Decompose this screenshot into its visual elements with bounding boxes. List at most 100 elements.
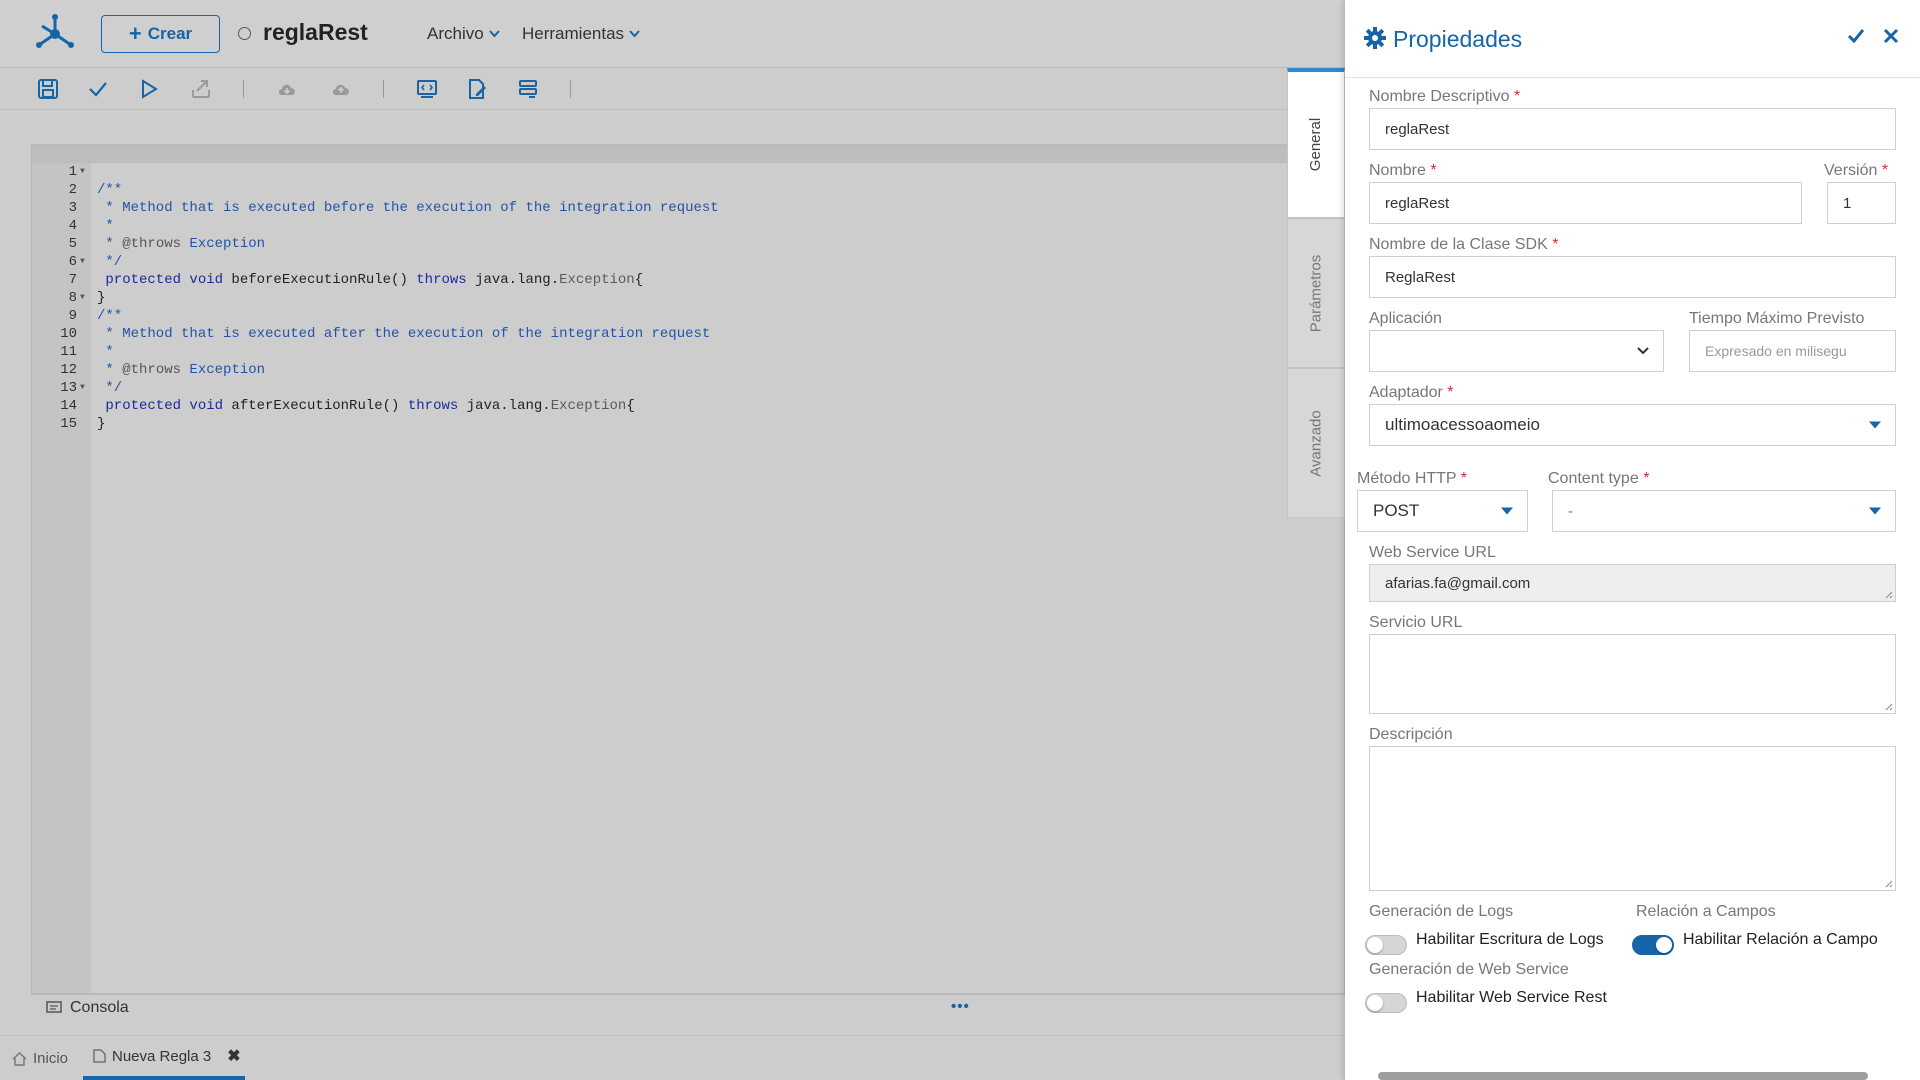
tab-parametros[interactable]: Parámetros <box>1287 218 1345 368</box>
nombre-input[interactable]: reglaRest <box>1369 182 1802 224</box>
descripcion-textarea[interactable] <box>1369 746 1896 891</box>
properties-side-tabs: General Parámetros Avanzado <box>1287 68 1345 518</box>
code-line: 10 * <box>32 307 1344 360</box>
toolbar-divider <box>243 80 244 98</box>
panel-header: Propiedades <box>1345 0 1920 78</box>
gear-icon <box>1364 27 1386 49</box>
console-label: Consola <box>70 998 129 1016</box>
close-icon[interactable] <box>1881 26 1901 46</box>
chevron-down-icon <box>1637 347 1649 355</box>
tab-avanzado[interactable]: Avanzado <box>1287 368 1345 518</box>
field-label: Web Service URL <box>1369 544 1496 561</box>
required-mark: * <box>1430 162 1437 179</box>
create-button[interactable]: + Crear <box>101 15 220 53</box>
label-text: Versión <box>1824 162 1878 179</box>
label-text: Método HTTP <box>1357 470 1457 487</box>
relacion-toggle[interactable] <box>1632 935 1674 955</box>
cloud-upload-icon[interactable] <box>329 77 353 101</box>
select-value: - <box>1568 502 1573 520</box>
document-tabs: Inicio Nueva Regla 3 ✖ <box>0 1035 1345 1080</box>
chevron-down-icon <box>629 30 640 38</box>
required-mark: * <box>1552 236 1559 253</box>
tiempo-maximo-input[interactable]: Expresado en milisegu <box>1689 330 1896 372</box>
code-editor[interactable]: 1 ▼ /** 2 * Method that is executed befor… <box>31 144 1345 994</box>
field-label: Descripción <box>1369 726 1453 743</box>
version-input[interactable]: 1 <box>1827 182 1896 224</box>
resize-grip-icon[interactable] <box>1883 878 1893 888</box>
field-label: Nombre de la Clase SDK * <box>1369 236 1558 254</box>
menu-archivo[interactable]: Archivo <box>427 24 500 44</box>
label-text: Nombre <box>1369 162 1426 179</box>
home-icon <box>12 1051 27 1066</box>
required-mark: * <box>1460 470 1467 487</box>
required-mark: * <box>1881 162 1889 179</box>
field-label: Tiempo Máximo Previsto <box>1689 310 1865 327</box>
workspace: + Crear reglaRest Archivo Herramientas 1… <box>0 0 1345 1080</box>
resize-grip-icon[interactable] <box>1883 701 1893 711</box>
menu-herramientas-label: Herramientas <box>522 24 625 43</box>
code-line: 3 * <box>32 181 1344 234</box>
tab-parametros-label: Parámetros <box>1307 254 1325 332</box>
web-service-toggle-label: Habilitar Web Service Rest <box>1416 989 1607 1006</box>
field-label: Nombre * <box>1369 162 1437 180</box>
select-value: POST <box>1373 501 1420 520</box>
tab-inicio[interactable]: Inicio <box>12 1036 68 1080</box>
code-line: 11 * @throws Exception <box>32 325 1344 378</box>
format-list-icon[interactable] <box>516 77 540 101</box>
input-value: afarias.fa@gmail.com <box>1385 574 1531 592</box>
caret-down-icon <box>1501 507 1513 515</box>
field-label: Versión * <box>1824 162 1888 180</box>
aplicacion-select[interactable] <box>1369 330 1664 372</box>
adaptador-select[interactable]: ultimoacessoaomeio <box>1369 404 1896 446</box>
run-play-icon[interactable] <box>137 77 161 101</box>
code-line: 5 */ <box>32 217 1344 270</box>
content-type-select[interactable]: - <box>1552 490 1896 532</box>
toggle-knob <box>1367 995 1383 1011</box>
metodo-http-select[interactable]: POST <box>1357 490 1528 532</box>
label-text: Nombre Descriptivo <box>1369 88 1510 105</box>
properties-panel: Propiedades Nombre Descriptivo * reglaRe… <box>1345 0 1920 1080</box>
nombre-descriptivo-input[interactable]: reglaRest <box>1369 108 1896 150</box>
code-line: 6 ▼ protected void beforeExecutionRule() … <box>32 235 1344 288</box>
status-circle-icon <box>238 27 251 40</box>
code-line: 7 } <box>32 253 1344 306</box>
required-mark: * <box>1513 88 1521 105</box>
code-line: 12 */ <box>32 343 1344 396</box>
relacion-toggle-label: Habilitar Relación a Campo <box>1683 931 1878 948</box>
create-button-label: Crear <box>147 24 193 43</box>
validate-check-icon[interactable] <box>86 77 110 101</box>
code-line: 2 * Method that is executed before the e… <box>32 163 1344 216</box>
toggle-knob <box>1656 937 1672 953</box>
code-template-icon[interactable] <box>415 77 439 101</box>
code-line: 15 <box>32 397 1344 432</box>
document-edit-icon[interactable] <box>465 77 489 101</box>
rule-title: reglaRest <box>263 19 368 45</box>
logs-toggle[interactable] <box>1365 935 1407 955</box>
app-logo-icon[interactable] <box>34 12 76 54</box>
more-icon[interactable]: ••• <box>951 998 970 1015</box>
console-icon <box>46 1001 62 1013</box>
toolbar-divider <box>383 80 384 98</box>
cloud-download-icon[interactable] <box>275 77 299 101</box>
tab-nueva-regla[interactable]: Nueva Regla 3 ✖ <box>83 1036 245 1080</box>
horizontal-scrollbar[interactable] <box>1378 1072 1868 1080</box>
resize-grip-icon <box>1885 591 1893 599</box>
editor-toolbar <box>0 68 1345 110</box>
servicio-url-textarea[interactable] <box>1369 634 1896 714</box>
field-label: Adaptador * <box>1369 384 1454 402</box>
export-icon[interactable] <box>189 77 213 101</box>
field-label: Content type * <box>1548 470 1649 488</box>
console-bar[interactable]: Consola ••• <box>31 994 1345 1020</box>
web-service-toggle[interactable] <box>1365 993 1407 1013</box>
tab-general[interactable]: General <box>1287 68 1345 218</box>
code-line: 13 ▼ protected void afterExecutionRule() … <box>32 361 1344 414</box>
confirm-check-icon[interactable] <box>1845 25 1867 47</box>
code-line: 4 * @throws Exception <box>32 199 1344 252</box>
label-text: Nombre de la Clase SDK <box>1369 236 1548 253</box>
required-mark: * <box>1643 470 1650 487</box>
close-tab-icon[interactable]: ✖ <box>227 1046 240 1066</box>
clase-sdk-input[interactable]: ReglaRest <box>1369 256 1896 298</box>
tab-avanzado-label: Avanzado <box>1307 409 1325 477</box>
save-icon[interactable] <box>36 77 60 101</box>
menu-herramientas[interactable]: Herramientas <box>522 24 640 44</box>
